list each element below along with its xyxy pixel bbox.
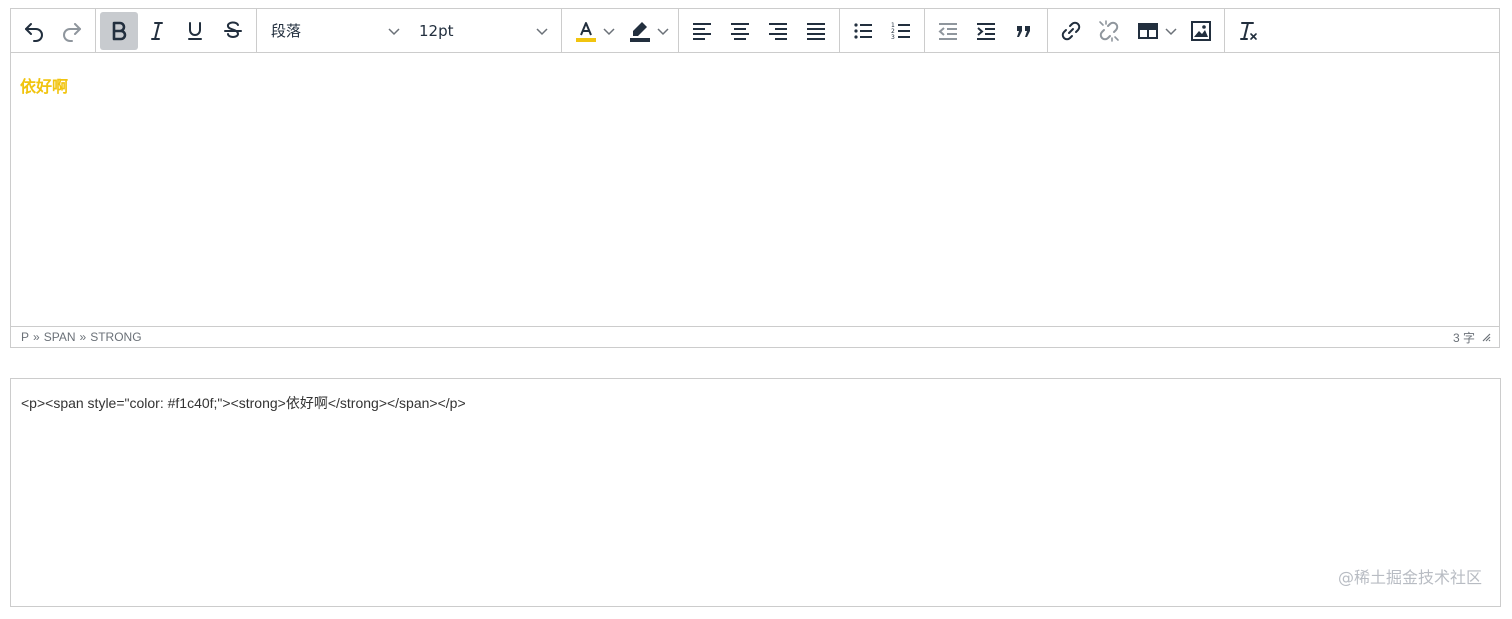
list-group: 1 2 3 (840, 9, 925, 52)
text-color-button[interactable] (566, 12, 620, 50)
chevron-down-icon (536, 27, 548, 35)
element-path: P » SPAN » STRONG (21, 330, 142, 344)
align-right-button[interactable] (759, 12, 797, 50)
italic-icon (151, 21, 163, 40)
underline-button[interactable] (176, 12, 214, 50)
bold-icon (112, 21, 127, 40)
indent-icon (977, 22, 995, 40)
watermark: @稀土掘金技术社区 (1337, 568, 1482, 587)
bold-button[interactable] (100, 11, 138, 50)
chevron-down-icon (388, 27, 400, 35)
link-icon (1061, 21, 1081, 40)
outdent-button[interactable] (929, 12, 967, 50)
color-group (562, 9, 679, 52)
align-left-button[interactable] (683, 12, 721, 50)
outdent-icon (938, 22, 957, 40)
table-icon (1138, 22, 1158, 39)
content-text: 依好啊 (20, 77, 69, 96)
unlink-button[interactable] (1090, 12, 1128, 50)
content-paragraph: 依好啊 (20, 73, 1490, 97)
undo-icon (25, 22, 43, 42)
align-center-button[interactable] (721, 12, 759, 50)
resize-handle-icon[interactable] (1481, 332, 1491, 342)
history-group (11, 9, 96, 52)
chevron-down-icon (657, 27, 669, 35)
align-justify-icon (807, 22, 825, 40)
italic-button[interactable] (138, 12, 176, 50)
chevron-down-icon (603, 27, 615, 35)
underline-icon (188, 21, 202, 40)
alignment-group (679, 9, 840, 52)
path-item-span[interactable]: SPAN (44, 330, 76, 344)
align-left-icon (693, 22, 711, 40)
image-icon (1191, 20, 1211, 41)
redo-button[interactable] (53, 12, 91, 50)
editor-content-area[interactable]: 依好啊 (11, 53, 1499, 329)
editor-toolbar: 段落 12pt 1 2 3 (11, 9, 1499, 53)
formatting-group (96, 9, 257, 52)
path-item-strong[interactable]: STRONG (90, 330, 141, 344)
path-separator: » (33, 330, 40, 344)
link-button[interactable] (1052, 12, 1090, 50)
align-right-icon (769, 22, 787, 40)
text-color-icon (576, 21, 596, 42)
align-center-icon (731, 22, 749, 40)
align-justify-button[interactable] (797, 12, 835, 50)
status-right: 3 字 (1453, 329, 1491, 346)
clear-group (1225, 9, 1271, 52)
clear-formatting-button[interactable] (1229, 12, 1267, 50)
unlink-icon (1099, 19, 1119, 42)
editor-statusbar: P » SPAN » STRONG 3 字 (11, 326, 1499, 347)
block-format-group: 段落 12pt (257, 9, 562, 52)
strikethrough-icon (224, 20, 242, 38)
block-format-select[interactable]: 段落 (261, 12, 409, 50)
svg-text:3: 3 (891, 34, 895, 41)
undo-button[interactable] (15, 12, 53, 50)
font-size-select[interactable]: 12pt (409, 12, 557, 50)
html-output-text: <p><span style="color: #f1c40f;"><strong… (21, 395, 466, 411)
blockquote-button[interactable] (1005, 12, 1043, 50)
numbered-list-icon: 1 2 3 (891, 22, 910, 41)
block-format-value: 段落 (271, 22, 302, 40)
font-size-value: 12pt (419, 21, 454, 40)
bullet-list-button[interactable] (844, 12, 882, 50)
strikethrough-button[interactable] (214, 12, 252, 50)
numbered-list-button[interactable]: 1 2 3 (882, 12, 920, 50)
bullet-list-icon (854, 22, 872, 39)
content-span: 依好啊 (20, 77, 68, 96)
image-button[interactable] (1182, 12, 1220, 50)
path-separator: » (79, 330, 87, 344)
insert-group (1048, 9, 1225, 52)
highlight-icon (630, 21, 650, 42)
indent-button[interactable] (967, 12, 1005, 50)
word-count[interactable]: 3 字 (1453, 329, 1475, 346)
blockquote-icon (1017, 25, 1030, 37)
rich-text-editor: 段落 12pt 1 2 3 依好啊 P » SPAN » STRONG 3 字 (10, 8, 1500, 348)
table-button[interactable] (1128, 12, 1182, 50)
highlight-color-button[interactable] (620, 12, 674, 50)
html-output-panel: <p><span style="color: #f1c40f;"><strong… (10, 378, 1501, 607)
indent-group (925, 9, 1048, 52)
clear-formatting-icon (1240, 21, 1257, 40)
chevron-down-icon (1165, 27, 1177, 35)
redo-icon (63, 22, 81, 42)
path-item-p[interactable]: P (21, 330, 29, 344)
